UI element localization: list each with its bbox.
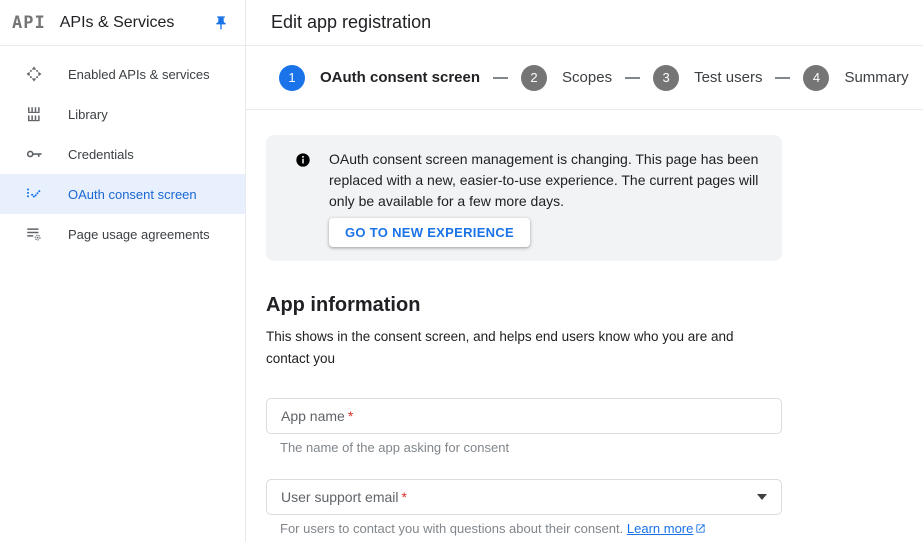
sidebar-item-label: Library bbox=[68, 106, 108, 122]
step-label: Summary bbox=[844, 69, 909, 86]
sidebar-title: APIs & Services bbox=[59, 13, 175, 31]
info-icon bbox=[295, 152, 311, 168]
sidebar-item-page-usage-agreements[interactable]: Page usage agreements bbox=[0, 214, 245, 254]
apis-compass-icon bbox=[25, 65, 43, 83]
step-oauth-consent-screen[interactable]: 1 OAuth consent screen bbox=[279, 64, 481, 91]
learn-more-link[interactable]: Learn more bbox=[627, 521, 693, 536]
step-number: 1 bbox=[279, 64, 305, 91]
app-name-field-group: App name * The name of the app asking fo… bbox=[266, 398, 782, 455]
sidebar-item-credentials[interactable]: Credentials bbox=[0, 134, 245, 174]
step-number: 4 bbox=[803, 64, 830, 91]
step-number: 3 bbox=[653, 64, 680, 91]
sidebar-item-enabled-apis[interactable]: Enabled APIs & services bbox=[0, 54, 245, 94]
sidebar: API APIs & Services Enabled APIs & servi… bbox=[0, 0, 245, 542]
library-icon bbox=[25, 105, 43, 123]
sidebar-item-library[interactable]: Library bbox=[0, 94, 245, 134]
support-email-helper-text: For users to contact you with questions … bbox=[280, 521, 624, 536]
support-email-field-group: User support email * For users to contac… bbox=[266, 479, 782, 537]
stepper: 1 OAuth consent screen 2 Scopes 3 Test u… bbox=[246, 46, 923, 110]
sidebar-item-label: Enabled APIs & services bbox=[68, 66, 210, 82]
sidebar-item-label: Credentials bbox=[68, 146, 134, 162]
step-summary[interactable]: 4 Summary bbox=[803, 64, 909, 91]
notice-banner: OAuth consent screen management is chang… bbox=[266, 135, 782, 261]
section-subtitle: This shows in the consent screen, and he… bbox=[266, 329, 734, 366]
page-header: Edit app registration bbox=[246, 0, 923, 46]
app-name-label: App name bbox=[281, 408, 345, 424]
step-test-users[interactable]: 3 Test users bbox=[653, 64, 763, 91]
sidebar-item-oauth-consent-screen[interactable]: OAuth consent screen bbox=[0, 174, 245, 214]
step-connector bbox=[493, 76, 509, 79]
app-name-helper: The name of the app asking for consent bbox=[280, 440, 510, 455]
key-icon bbox=[25, 145, 43, 163]
page-title: Edit app registration bbox=[271, 12, 432, 32]
step-label: OAuth consent screen bbox=[320, 69, 481, 86]
app-window: API APIs & Services Enabled APIs & servi… bbox=[0, 0, 923, 542]
agreements-gear-icon bbox=[25, 225, 43, 243]
step-label: Scopes bbox=[562, 69, 613, 86]
sidebar-nav: Enabled APIs & services Library Credenti… bbox=[0, 46, 245, 254]
main-panel: Edit app registration 1 OAuth consent sc… bbox=[245, 0, 923, 542]
step-label: Test users bbox=[694, 69, 763, 86]
user-support-email-select[interactable]: User support email * bbox=[266, 479, 782, 515]
sidebar-header: API APIs & Services bbox=[0, 0, 245, 46]
required-marker: * bbox=[401, 489, 407, 505]
dropdown-caret-icon bbox=[757, 494, 767, 500]
external-link-icon bbox=[695, 522, 706, 537]
api-logo: API bbox=[12, 12, 46, 33]
banner-message: OAuth consent screen management is chang… bbox=[329, 151, 759, 209]
oauth-consent-icon bbox=[25, 185, 43, 203]
go-to-new-experience-button[interactable]: GO TO NEW EXPERIENCE bbox=[329, 218, 531, 247]
support-email-label: User support email bbox=[281, 489, 399, 505]
step-number: 2 bbox=[521, 64, 548, 91]
required-marker: * bbox=[347, 408, 354, 424]
content-area: OAuth consent screen management is chang… bbox=[246, 110, 923, 537]
step-scopes[interactable]: 2 Scopes bbox=[521, 64, 613, 91]
app-name-input[interactable]: App name * bbox=[266, 398, 782, 434]
sidebar-item-label: Page usage agreements bbox=[68, 226, 210, 242]
sidebar-item-label: OAuth consent screen bbox=[68, 186, 197, 202]
step-connector bbox=[775, 76, 791, 79]
pin-icon[interactable] bbox=[213, 15, 229, 31]
support-email-helper: For users to contact you with questions … bbox=[280, 521, 782, 537]
section-title: App information bbox=[266, 294, 421, 316]
step-connector bbox=[625, 76, 641, 79]
